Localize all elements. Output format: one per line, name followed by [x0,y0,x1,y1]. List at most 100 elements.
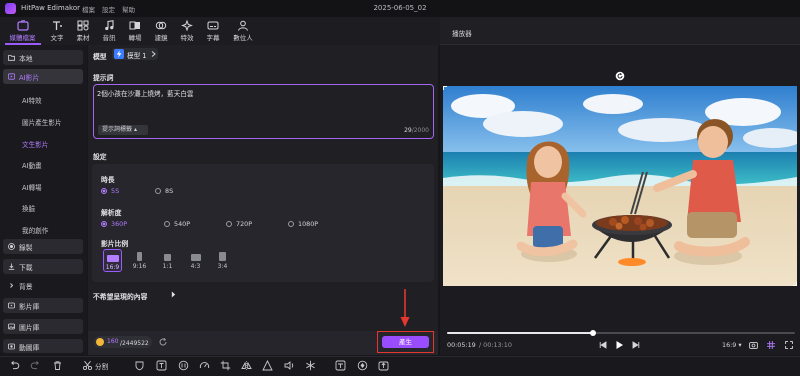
ratio-option-3-4[interactable]: 3:4 [213,249,232,272]
ratio-16-9-icon [106,255,119,262]
freeze-icon[interactable] [178,360,189,371]
expand-arrow-icon[interactable] [171,291,176,298]
color-icon[interactable] [262,360,273,371]
sidebar-sub-ai-animation[interactable]: AI動畫 [22,160,42,170]
generate-button[interactable]: 產生 [382,336,429,348]
ratio-option-9-16[interactable]: 9:16 [130,249,149,272]
resolution-option-360p[interactable]: 360P [111,220,127,228]
grid-icon[interactable] [767,341,775,349]
crop-corner-tl[interactable] [443,86,447,90]
prompt-counter: 29/2000 [404,127,429,134]
resolution-radio-540p[interactable] [164,221,170,227]
duration-radio-5s[interactable] [101,188,107,194]
playhead-knob[interactable] [590,329,597,336]
sidebar-item-download[interactable]: 下載 [3,259,83,274]
rotate-handle-icon[interactable] [615,71,625,81]
sidebar-sub-my-creations[interactable]: 我的創作 [22,225,48,235]
sidebar-item-background[interactable]: 背景 [3,278,83,293]
resolution-radio-720p[interactable] [226,221,232,227]
tab-text[interactable]: 文字 [44,19,70,44]
gif-library-icon [8,343,15,350]
playback-scrubber[interactable] [447,329,795,336]
sidebar-item-record[interactable]: 錄製 [3,239,83,254]
aspect-select[interactable]: 16:9 ▾ [722,341,742,349]
prompt-text[interactable]: 2個小孩在沙灘上燒烤，藍天白雲 [97,88,194,98]
ratio-3-4-label: 3:4 [217,263,228,270]
sidebar-sub-ai-transition[interactable]: AI轉場 [22,182,42,192]
prev-frame-icon[interactable] [599,341,607,349]
tab-audio-label: 音訊 [102,34,116,42]
negative-prompt-label[interactable]: 不希望呈現的內容 [93,291,147,301]
redo-icon[interactable] [30,360,41,371]
sidebar-item-gif-library[interactable]: 動圖庫 [3,339,83,353]
model-label: 模型 [93,53,107,61]
resolution-option-720p[interactable]: 720P [236,220,252,228]
menu-file[interactable]: 檔案 [82,4,95,14]
caption-icon[interactable] [335,360,346,371]
ratio-option-16-9[interactable]: 16:9 [103,249,122,272]
fullscreen-icon[interactable] [785,341,793,349]
sidebar-item-image-library[interactable]: 圖片庫 [3,319,83,334]
snapshot-icon[interactable] [749,341,758,349]
keyframe-icon[interactable] [357,360,368,371]
menu-settings[interactable]: 設定 [102,4,115,14]
tab-media[interactable]: 媒體檔案 [7,19,38,44]
ratio-option-4-3[interactable]: 4:3 [186,249,205,272]
sidebar-item-ai-video[interactable]: AI影片 [3,69,83,84]
filter-icon [155,21,167,30]
sidebar-sub-image-to-video[interactable]: 圖片產生影片 [22,117,62,127]
digital-human-icon [238,20,248,31]
undo-icon[interactable] [9,360,20,371]
tab-digital-human[interactable]: 數位人 [228,19,258,44]
sidebar-item-local[interactable]: 本地 [3,50,83,65]
text-tool-icon[interactable] [156,360,167,371]
menu-help[interactable]: 幫助 [122,4,135,14]
crop-corner-br[interactable] [793,282,797,286]
duration-radio-8s[interactable] [155,188,161,194]
resolution-radio-360p[interactable] [101,221,107,227]
resolution-radio-1080p[interactable] [288,221,294,227]
tab-effects[interactable]: 特效 [174,19,200,44]
model-select[interactable]: 模型 1 [112,48,158,60]
resolution-option-1080p[interactable]: 1080P [298,220,318,228]
duration-option-5s[interactable]: 5S [111,187,119,195]
media-folder-icon [16,20,29,31]
delete-icon[interactable] [52,360,63,371]
resolution-option-540p[interactable]: 540P [174,220,190,228]
sidebar-sub-ai-effects[interactable]: AI特效 [22,95,42,105]
tab-audio[interactable]: 音訊 [96,19,122,44]
sidebar-item-video-library-label: 影片庫 [19,303,40,311]
mirror-icon[interactable] [241,360,252,371]
audio-icon[interactable] [284,360,295,371]
tab-filter[interactable]: 濾鏡 [148,19,174,44]
timeline-toolbar [0,356,800,376]
tab-subtitle[interactable]: 字幕 [200,19,226,44]
subtitle-icon [207,21,219,30]
ratio-option-1-1[interactable]: 1:1 [158,249,177,272]
snowflake-icon[interactable] [305,360,316,371]
prompt-input[interactable]: 2個小孩在沙灘上燒烤，藍天白雲 提示詞標籤 ▴ 29/2000 [93,84,434,139]
duration-option-8s[interactable]: 8S [165,187,173,195]
sidebar-item-video-library[interactable]: 影片庫 [3,298,83,313]
play-icon[interactable] [615,340,624,350]
split-label[interactable]: 分割 [95,361,108,371]
crop-icon[interactable] [220,360,231,371]
sidebar-sub-face-swap[interactable]: 換臉 [22,203,35,213]
export-frame-icon[interactable] [378,360,389,371]
sidebar-sub-text-to-video[interactable]: 文生影片 [22,139,48,149]
tab-elements[interactable]: 素材 [70,19,96,44]
next-frame-icon[interactable] [632,341,640,349]
mask-icon[interactable] [134,360,145,371]
app-logo-icon [5,3,16,14]
video-preview[interactable] [443,86,797,286]
split-icon[interactable] [82,360,93,371]
refresh-icon[interactable] [158,337,168,347]
tab-filter-label: 濾鏡 [154,34,168,42]
chevron-right-icon [151,51,156,57]
chevron-down-icon: ▾ [738,341,742,349]
speed-icon[interactable] [199,360,210,371]
image-library-icon [8,323,15,330]
tab-transition[interactable]: 轉場 [122,19,148,44]
prompt-max: /2000 [411,127,429,134]
prompt-tag-button[interactable]: 提示詞標籤 ▴ [98,125,148,135]
